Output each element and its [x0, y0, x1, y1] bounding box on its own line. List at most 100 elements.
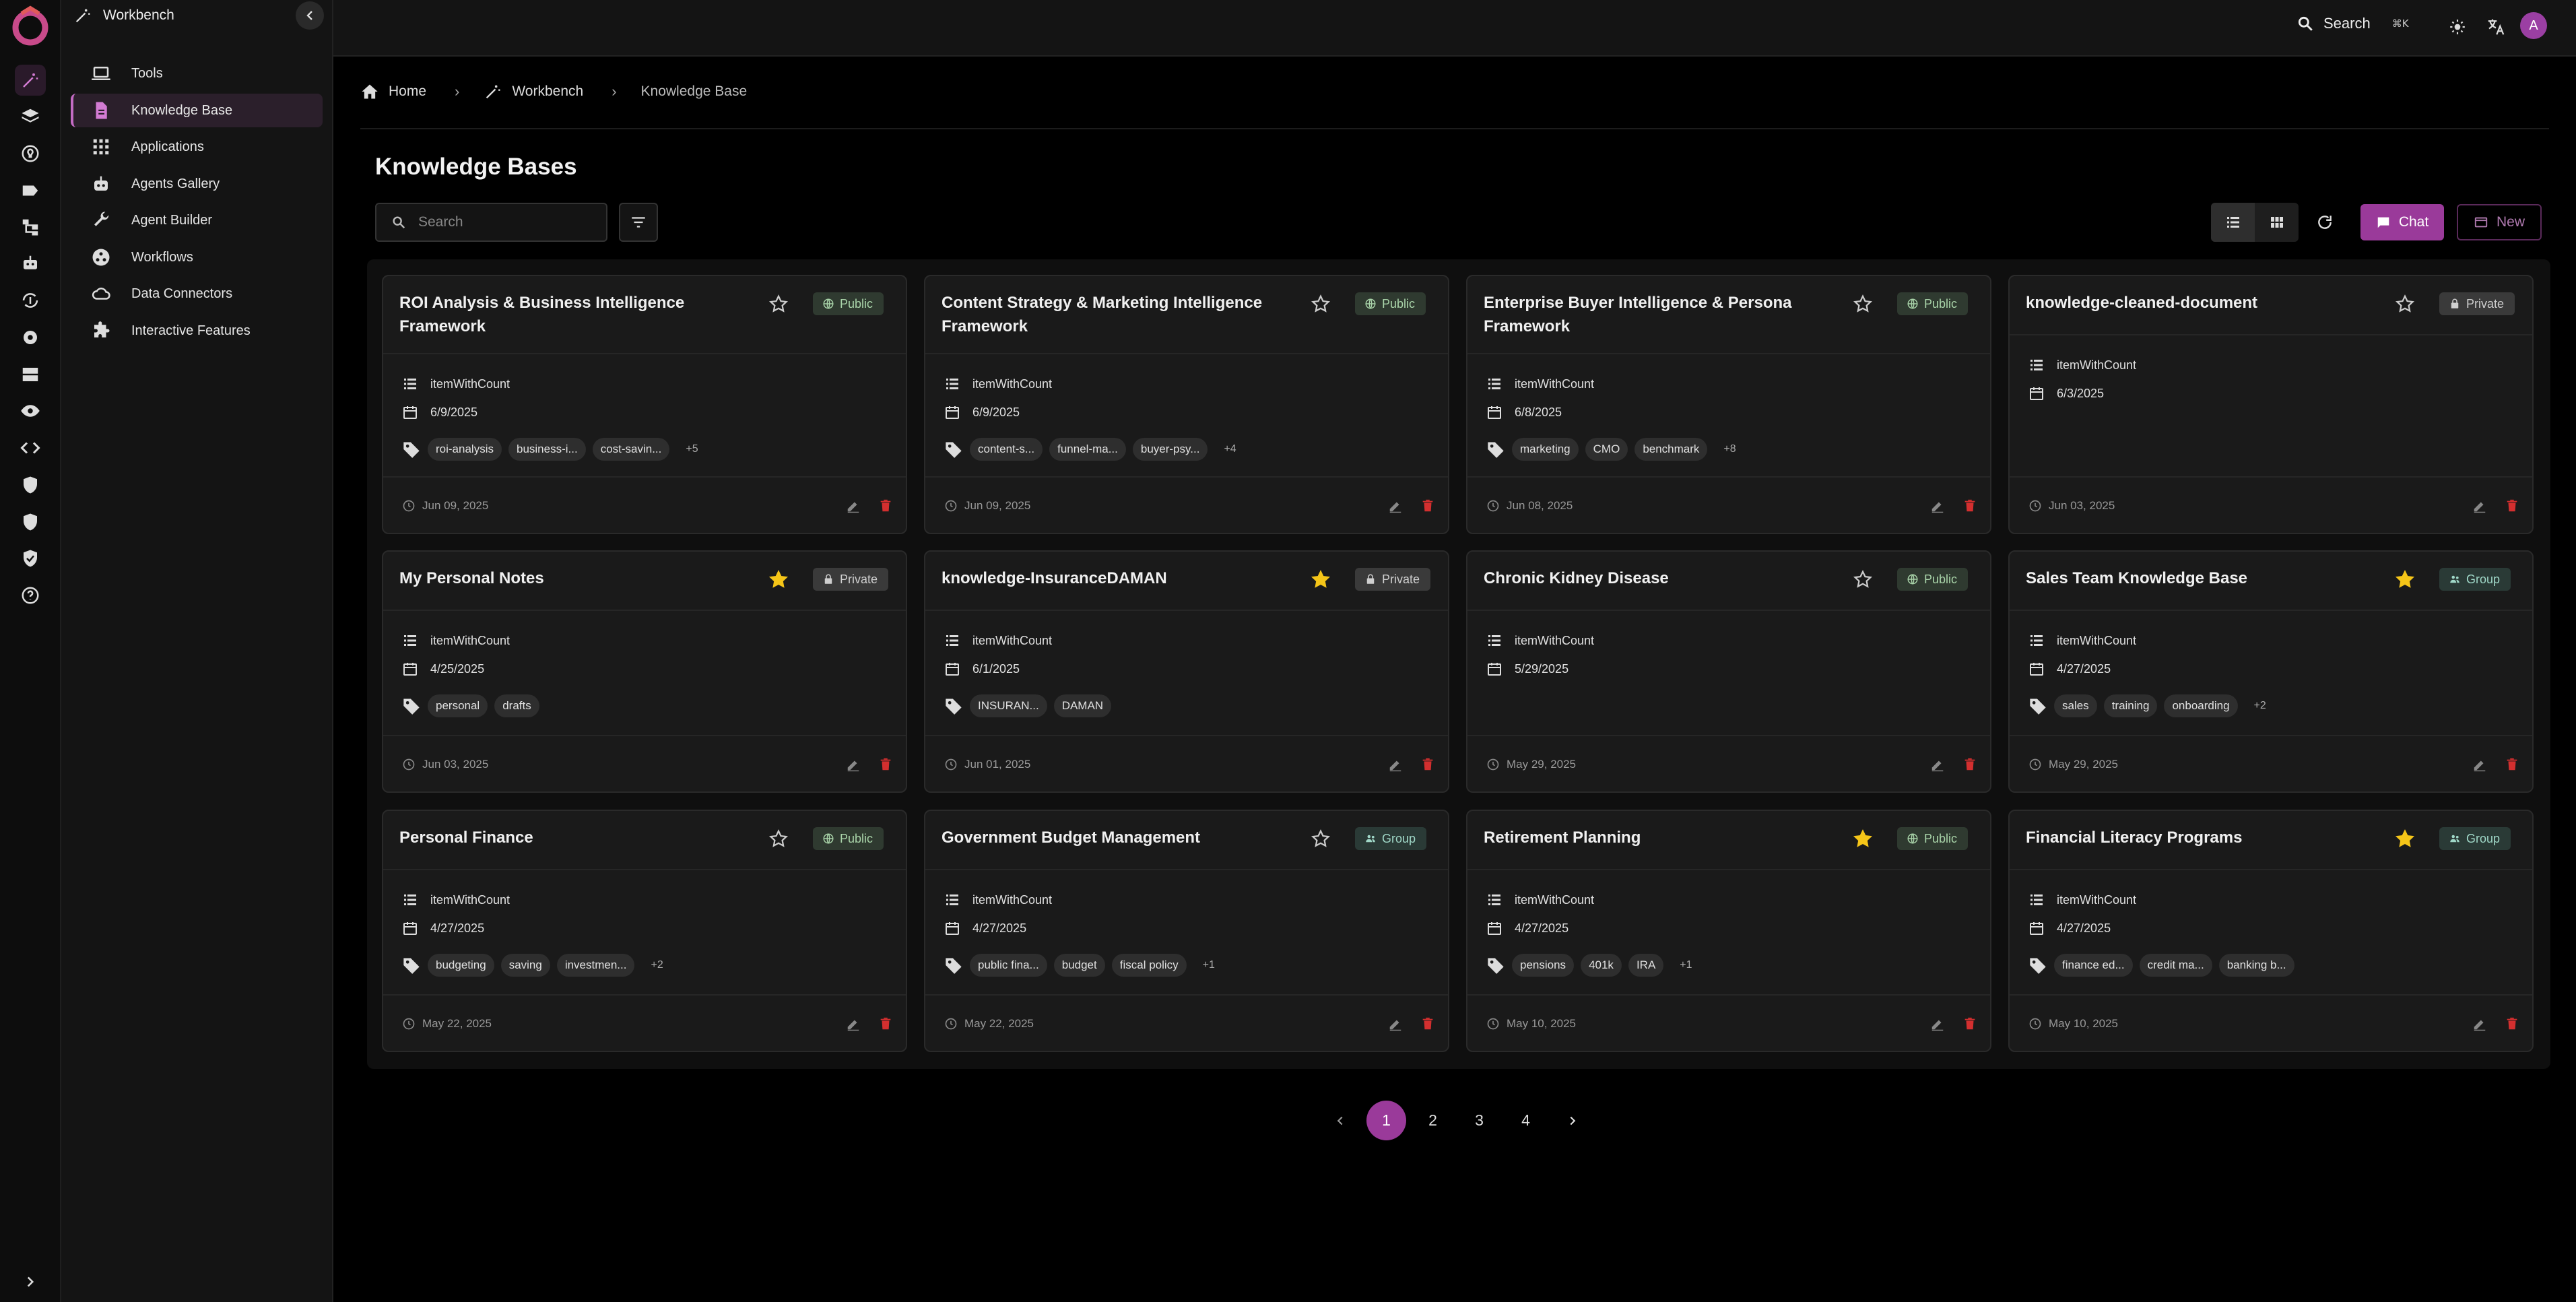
delete-button[interactable] [2501, 754, 2523, 775]
tag-chip[interactable]: funnel-ma... [1049, 438, 1126, 461]
tag-chip[interactable]: CMO [1585, 438, 1628, 461]
list-view-button[interactable] [2211, 203, 2255, 242]
monitoring-rail-icon[interactable] [15, 359, 46, 390]
knowledge-base-card[interactable]: knowledge-cleaned-document Private itemW… [2008, 275, 2534, 534]
more-tags-count[interactable]: +2 [2254, 700, 2266, 712]
more-tags-count[interactable]: +5 [686, 443, 698, 455]
tag-chip[interactable]: finance ed... [2054, 954, 2133, 977]
delete-button[interactable] [875, 495, 896, 517]
card-title[interactable]: Retirement Planning [1484, 826, 1834, 849]
edit-button[interactable] [2469, 495, 2490, 517]
new-button[interactable]: New [2457, 204, 2542, 240]
settings-rail-icon[interactable] [15, 322, 46, 353]
knowledge-base-card[interactable]: My Personal Notes Private itemWithCount … [382, 550, 907, 793]
tag-chip[interactable]: roi-analysis [428, 438, 502, 461]
knowledge-base-card[interactable]: Sales Team Knowledge Base Group itemWith… [2008, 550, 2534, 793]
sync-rail-icon[interactable] [15, 285, 46, 316]
tag-chip[interactable]: budgeting [428, 954, 494, 977]
delete-button[interactable] [1417, 1013, 1439, 1035]
edit-button[interactable] [1385, 495, 1406, 517]
knowledge-base-card[interactable]: Financial Literacy Programs Group itemWi… [2008, 810, 2534, 1052]
favorite-button[interactable] [1853, 294, 1874, 315]
tag-chip[interactable]: 401k [1581, 954, 1622, 977]
tag-chip[interactable]: sales [2054, 694, 2097, 717]
nav-item-agent-builder[interactable]: Agent Builder [71, 203, 323, 237]
delete-button[interactable] [2501, 1013, 2523, 1035]
tag-chip[interactable]: pensions [1512, 954, 1575, 977]
nav-item-agents-gallery[interactable]: Agents Gallery [71, 167, 323, 201]
tag-chip[interactable]: public fina... [970, 954, 1047, 977]
nav-item-applications[interactable]: Applications [71, 130, 323, 164]
favorite-button[interactable] [1853, 569, 1874, 591]
delete-button[interactable] [875, 754, 896, 775]
verified-rail-icon[interactable] [15, 543, 46, 574]
tag-chip[interactable]: marketing [1512, 438, 1579, 461]
tag-chip[interactable]: investmen... [556, 954, 635, 977]
tag-chip[interactable]: saving [500, 954, 550, 977]
shield-rail-icon[interactable] [15, 469, 46, 500]
chat-button[interactable]: Chat [2360, 204, 2444, 240]
delete-button[interactable] [1959, 1013, 1981, 1035]
theme-toggle-button[interactable] [2443, 12, 2472, 42]
tag-chip[interactable]: budget [1053, 954, 1105, 977]
delete-button[interactable] [1417, 495, 1439, 517]
tag-chip[interactable]: onboarding [2164, 694, 2238, 717]
tag-chip[interactable]: credit ma... [2139, 954, 2212, 977]
knowledge-base-card[interactable]: Enterprise Buyer Intelligence & Persona … [1466, 275, 1991, 534]
card-title[interactable]: knowledge-InsuranceDAMAN [942, 566, 1292, 590]
card-title[interactable]: Financial Literacy Programs [2026, 826, 2376, 849]
knowledge-base-card[interactable]: Government Budget Management Group itemW… [924, 810, 1449, 1052]
knowledge-base-card[interactable]: Chronic Kidney Disease Public itemWithCo… [1466, 550, 1991, 793]
edit-button[interactable] [2469, 1013, 2490, 1035]
collapse-sidebar-button[interactable] [296, 1, 324, 30]
refresh-button[interactable] [2309, 206, 2341, 238]
favorite-button[interactable] [768, 828, 790, 850]
page-button-4[interactable]: 4 [1506, 1101, 1546, 1140]
expand-sidebar-button[interactable] [15, 1266, 46, 1297]
delete-button[interactable] [1417, 754, 1439, 775]
favorite-button[interactable] [1311, 569, 1332, 591]
nav-item-knowledge-base[interactable]: Knowledge Base [71, 94, 323, 127]
edit-button[interactable] [843, 1013, 864, 1035]
delete-button[interactable] [1959, 495, 1981, 517]
card-title[interactable]: ROI Analysis & Business Intelligence Fra… [399, 291, 750, 338]
search-input[interactable] [417, 214, 592, 231]
more-tags-count[interactable]: +1 [1203, 959, 1215, 971]
language-button[interactable] [2481, 12, 2511, 42]
tag-chip[interactable]: buyer-psy... [1132, 438, 1208, 461]
tag-chip[interactable]: banking b... [2218, 954, 2294, 977]
card-title[interactable]: Sales Team Knowledge Base [2026, 566, 2376, 590]
page-button-1[interactable]: 1 [1366, 1101, 1406, 1140]
nav-item-interactive-features[interactable]: Interactive Features [71, 314, 323, 348]
tag-chip[interactable]: drafts [494, 694, 539, 717]
workbench-rail-icon[interactable] [15, 65, 46, 96]
help-rail-icon[interactable] [15, 580, 46, 611]
nav-item-tools[interactable]: Tools [71, 57, 323, 90]
tag-chip[interactable]: IRA [1628, 954, 1664, 977]
edit-button[interactable] [843, 754, 864, 775]
more-tags-count[interactable]: +4 [1224, 443, 1236, 455]
prev-page-button[interactable] [1320, 1101, 1360, 1140]
tag-chip[interactable]: content-s... [970, 438, 1043, 461]
edit-button[interactable] [843, 495, 864, 517]
delete-button[interactable] [875, 1013, 896, 1035]
card-title[interactable]: Chronic Kidney Disease [1484, 566, 1834, 590]
favorite-button[interactable] [768, 294, 790, 315]
knowledge-base-card[interactable]: knowledge-InsuranceDAMAN Private itemWit… [924, 550, 1449, 793]
tag-chip[interactable]: cost-savin... [592, 438, 670, 461]
favorite-button[interactable] [2395, 569, 2416, 591]
nav-item-data-connectors[interactable]: Data Connectors [71, 277, 323, 311]
card-title[interactable]: Government Budget Management [942, 826, 1292, 849]
favorite-button[interactable] [1311, 294, 1332, 315]
favorite-button[interactable] [768, 569, 790, 591]
breadcrumb-workbench[interactable]: Workbench [484, 82, 583, 101]
more-tags-count[interactable]: +1 [1680, 959, 1692, 971]
tag-chip[interactable]: personal [428, 694, 488, 717]
favorite-button[interactable] [2395, 828, 2416, 850]
security-rail-icon[interactable] [15, 507, 46, 538]
favorite-button[interactable] [1853, 828, 1874, 850]
edit-button[interactable] [2469, 754, 2490, 775]
more-tags-count[interactable]: +2 [651, 959, 663, 971]
lightbulb-rail-icon[interactable] [15, 138, 46, 169]
grid-view-button[interactable] [2255, 203, 2299, 242]
